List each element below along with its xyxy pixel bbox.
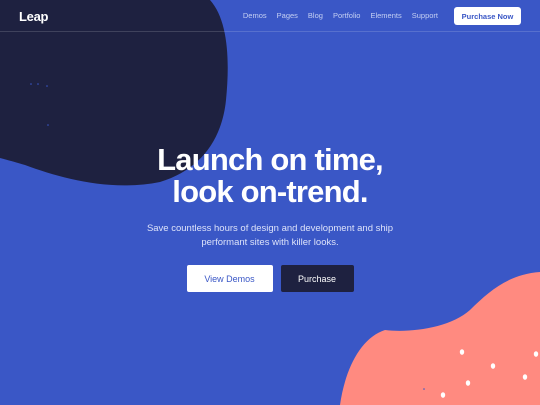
hero-subtitle: Save countless hours of design and devel… <box>146 223 394 248</box>
confetti-dot <box>522 374 528 380</box>
speck-dot <box>37 83 39 85</box>
nav-blog[interactable]: Blog <box>308 11 323 20</box>
main-menu: Demos Pages Blog Portfolio Elements Supp… <box>243 11 438 20</box>
brand-logo[interactable]: Leap <box>19 9 48 24</box>
purchase-button[interactable]: Purchase <box>280 265 354 292</box>
hero-title-line2: look on-trend. <box>172 174 368 209</box>
view-demos-button[interactable]: View Demos <box>186 265 273 292</box>
confetti-dot <box>533 351 539 357</box>
hero-buttons: View Demos Purchase <box>0 265 540 292</box>
hero-title-line1: Launch on time, <box>157 142 383 177</box>
speck-dot <box>47 124 49 126</box>
speck-dot <box>423 388 425 390</box>
confetti-dot <box>465 380 471 386</box>
confetti-dot <box>490 363 496 369</box>
nav-portfolio[interactable]: Portfolio <box>333 11 361 20</box>
top-navbar: Leap Demos Pages Blog Portfolio Elements… <box>0 0 540 32</box>
nav-pages[interactable]: Pages <box>277 11 298 20</box>
hero-title: Launch on time, look on-trend. <box>0 144 540 208</box>
speck-dot <box>46 85 48 87</box>
nav-support[interactable]: Support <box>412 11 438 20</box>
purchase-now-button[interactable]: Purchase Now <box>454 7 521 25</box>
nav-demos[interactable]: Demos <box>243 11 267 20</box>
confetti-dot <box>459 349 465 355</box>
speck-dot <box>30 83 32 85</box>
nav-elements[interactable]: Elements <box>370 11 401 20</box>
confetti-dot <box>440 392 446 398</box>
hero-section: Launch on time, look on-trend. Save coun… <box>0 144 540 250</box>
